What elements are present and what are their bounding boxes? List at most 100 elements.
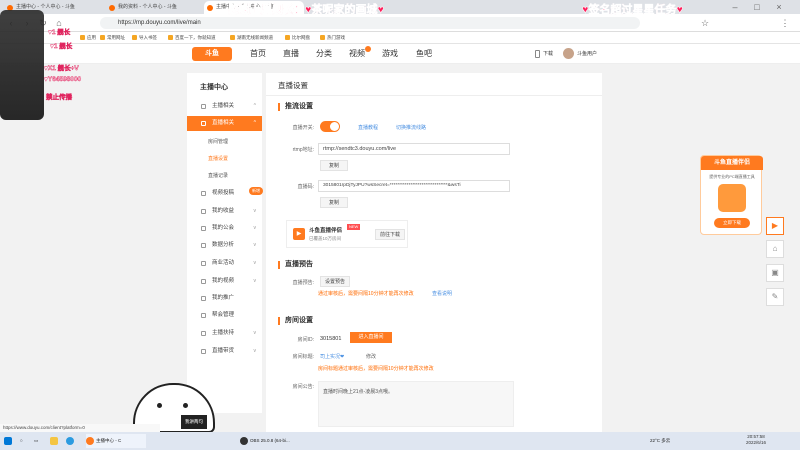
live-icon: [201, 121, 206, 126]
minimize-icon[interactable]: –: [730, 2, 740, 12]
bookmark-item[interactable]: 湖南无线新闻频道: [230, 33, 273, 43]
user-icon: [201, 104, 206, 109]
video-icon: [201, 191, 206, 196]
room-notice-textarea[interactable]: 直播时间晚上21点-凌晨3点哦。: [318, 381, 514, 427]
username[interactable]: 斗鱼用户: [577, 50, 597, 57]
notification-dot: [365, 46, 371, 52]
overlay-left-line: 禁止传播: [46, 94, 72, 101]
sidebar-item-support[interactable]: 主播扶持 v: [187, 326, 262, 341]
companion-desc: 已覆盖10万房间: [309, 236, 342, 241]
bookmark-item[interactable]: 百度一下，你就知道: [168, 33, 216, 43]
page-title: 直播设置: [278, 81, 308, 90]
bookmark-item[interactable]: 应用: [80, 33, 96, 43]
sidebar-item-business[interactable]: 商业活动 v: [187, 256, 262, 271]
sidebar: 主播中心 主播相关 ^ 直播相关 ^ 房间管理 直播设置 直播记录 视频投稿 新增 …: [187, 73, 263, 413]
push-section-title: 推流设置: [278, 103, 313, 111]
bookmark-item[interactable]: 热门游戏: [320, 33, 345, 43]
edit-title-link[interactable]: 修改: [366, 353, 376, 360]
status-url: https://www.douyu.com/client?platform=0: [0, 424, 160, 432]
play-icon: ▶: [293, 228, 305, 240]
bookmark-item[interactable]: 比尔网盘: [285, 33, 310, 43]
edge-icon[interactable]: [66, 434, 76, 448]
sidebar-sub-room[interactable]: 房间管理: [208, 138, 228, 145]
nav-yuba[interactable]: 鱼吧: [416, 48, 432, 60]
douyu-favicon-icon: [207, 5, 213, 11]
tutorial-link[interactable]: 直播教程: [358, 124, 378, 131]
copy-rtmp-button[interactable]: 复制: [320, 160, 348, 171]
site-header: 斗鱼 首页 直播 分类 视频 游戏 鱼吧 下载 斗鱼用户: [0, 44, 800, 64]
sidebar-item-data[interactable]: 数据分析 v: [187, 238, 262, 253]
play-float-icon[interactable]: ▶: [766, 217, 784, 235]
preview-warning: 通过审核后，需要间隔10分钟才能再次修改: [318, 291, 414, 297]
sidebar-item-streamer[interactable]: 主播相关 ^: [187, 99, 262, 114]
windows-taskbar: ○ ▭ 主播中心 - C OBS 25.0.8 (64-bi... 22°C 多…: [0, 432, 800, 450]
ad-title: 斗鱼直播伴侣: [701, 156, 763, 170]
copy-code-button[interactable]: 复制: [320, 197, 348, 208]
preview-help-link[interactable]: 查看说明: [432, 290, 452, 297]
start-icon[interactable]: [4, 434, 14, 448]
phone-icon[interactable]: [535, 50, 540, 58]
bookmarks-bar: 应用 常用网址 导入书签 百度一下，你就知道 湖南无线新闻频道 比尔网盘 热门游…: [0, 32, 800, 44]
douyu-favicon-icon: [109, 5, 115, 11]
taskbar-obs[interactable]: OBS 25.0.8 (64-bi...: [240, 434, 310, 448]
stream-code-label: 直播码:: [297, 184, 314, 190]
overlay-left-line: ♥Y64598000: [44, 76, 82, 83]
room-title-label: 房间标题:: [292, 354, 314, 360]
overlay-top-right: ♥签名超过星星任务♥: [582, 4, 684, 17]
sidebar-item-clan[interactable]: 帮会管理: [187, 308, 262, 323]
avatar[interactable]: [563, 48, 574, 59]
sidebar-item-commerce[interactable]: 直播带货 v: [187, 344, 262, 359]
main-panel: 直播设置 推流设置 直播开关: 直播教程 切换推流线路 rtmp地址: rtmp…: [266, 73, 602, 433]
live-switch-toggle[interactable]: [320, 121, 340, 132]
nav-category[interactable]: 分类: [316, 48, 332, 60]
nav-home[interactable]: 首页: [250, 48, 266, 60]
film-icon: [201, 279, 206, 284]
support-icon: [201, 331, 206, 336]
nav-video[interactable]: 视频: [349, 46, 371, 60]
wallet-icon: [201, 209, 206, 214]
maximize-icon[interactable]: □: [752, 2, 762, 12]
url-input[interactable]: https://mp.douyu.com/live/main: [100, 17, 640, 29]
rtmp-address-field[interactable]: rtmp://sendtc3.douyu.com/live: [318, 143, 510, 155]
room-section-title: 房间设置: [278, 317, 313, 325]
sidebar-item-my-video[interactable]: 我的视频 v: [187, 274, 262, 289]
enter-room-button[interactable]: 进入直播间: [350, 332, 392, 343]
menu-icon[interactable]: ⋮: [780, 18, 790, 28]
star-icon[interactable]: ☆: [700, 18, 710, 28]
task-view-icon[interactable]: ▭: [34, 434, 38, 448]
nav-game[interactable]: 游戏: [382, 48, 398, 60]
douyu-app-icon: [718, 184, 746, 212]
douyu-logo[interactable]: 斗鱼: [192, 47, 232, 61]
sidebar-sub-live-settings[interactable]: 直播设置: [208, 155, 228, 162]
room-notice-label: 房间公告:: [292, 384, 314, 390]
sidebar-item-guild[interactable]: 我的公会 v: [187, 221, 262, 236]
download-link[interactable]: 下载: [543, 50, 553, 57]
switch-label: 直播开关:: [292, 125, 314, 131]
set-preview-button[interactable]: 设置预告: [320, 276, 350, 287]
nav-live[interactable]: 直播: [283, 48, 299, 60]
stream-code-field[interactable]: 3015801rpDjTyJPU?wsSecret=**************…: [318, 180, 510, 192]
browser-tab-2[interactable]: 我的资料 - 个人中心 - 斗鱼: [106, 1, 202, 14]
chart-icon: [201, 243, 206, 248]
guild-icon: [201, 226, 206, 231]
sidebar-sub-records[interactable]: 直播记录: [208, 172, 228, 179]
ad-download-button[interactable]: 立即下载: [714, 218, 750, 228]
search-icon[interactable]: ○: [20, 434, 23, 448]
taskbar-browser[interactable]: 主播中心 - C: [86, 434, 146, 448]
overlay-left-line: ♥1 舰长: [50, 43, 73, 50]
sidebar-item-promotion[interactable]: 我的推广: [187, 291, 262, 306]
switch-line-link[interactable]: 切换推流线路: [396, 124, 426, 131]
feedback-float-icon[interactable]: ✎: [766, 288, 784, 306]
explorer-icon[interactable]: [50, 434, 60, 448]
bookmark-item[interactable]: 导入书签: [132, 33, 157, 43]
sidebar-title: 主播中心: [200, 84, 228, 91]
sidebar-item-income[interactable]: 我的收益 v: [187, 204, 262, 219]
sidebar-item-live[interactable]: 直播相关 ^: [187, 116, 262, 131]
bookmark-item[interactable]: 常用网址: [100, 33, 125, 43]
app-float-icon[interactable]: ▣: [766, 264, 784, 282]
home-float-icon[interactable]: ⌂: [766, 240, 784, 258]
download-companion-button[interactable]: 前往下载: [375, 229, 405, 240]
room-title-value: 司上实况❤: [320, 354, 345, 360]
close-icon[interactable]: ×: [774, 2, 784, 12]
companion-ad-panel[interactable]: 斗鱼直播伴侣 提供专业的PC端直播工具 立即下载: [700, 155, 763, 235]
